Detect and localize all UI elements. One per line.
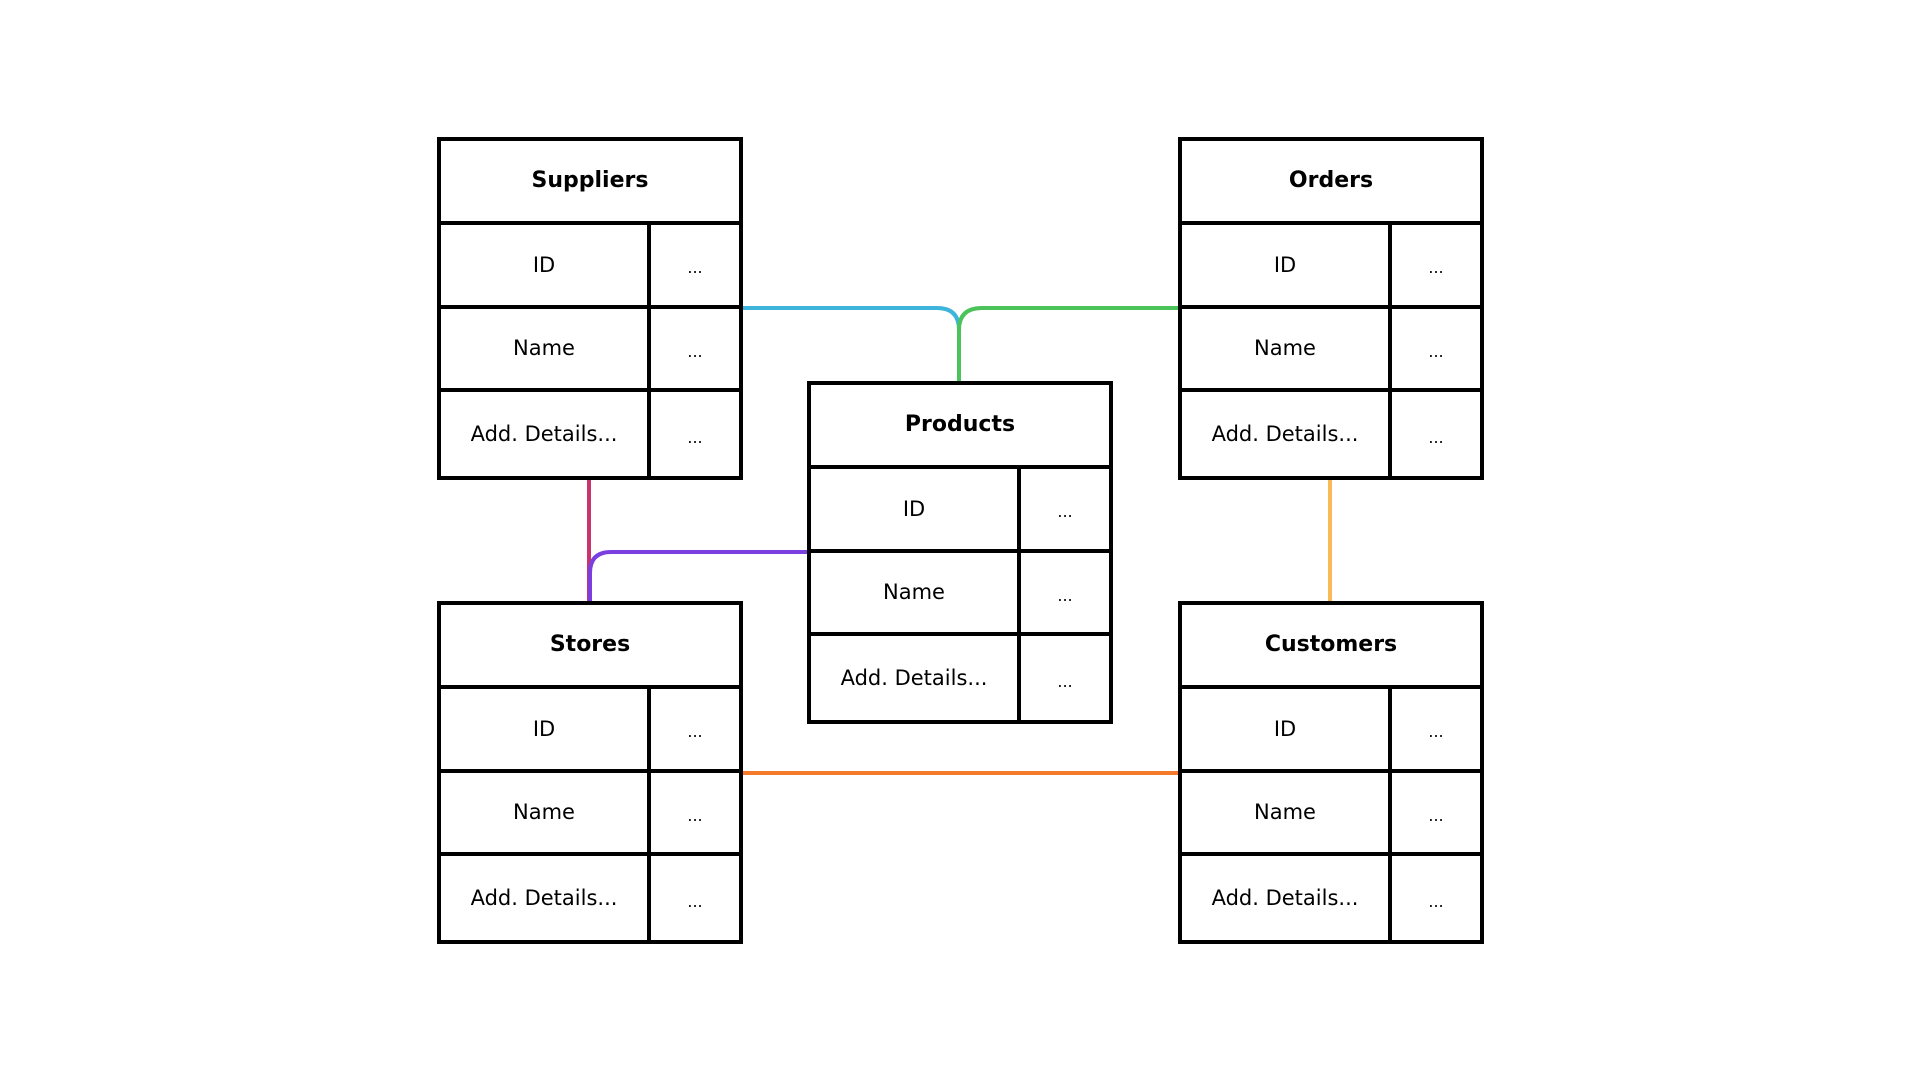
field-name-cell: Name [811,552,1021,637]
entity-suppliers[interactable]: Suppliers ID... Name... Add. Details...... [437,137,743,480]
entity-stores[interactable]: Stores ID... Name... Add. Details...... [437,601,743,944]
entity-title: Products [811,385,1109,469]
entity-title: Customers [1182,605,1480,689]
field-name-cell: ID [441,688,651,773]
field-value-cell: ... [1392,773,1480,857]
field-value-cell: ... [1021,553,1109,637]
entity-products[interactable]: Products ID... Name... Add. Details...... [807,381,1113,724]
field-value-cell: ... [651,309,739,393]
field-value-cell: ... [1057,671,1073,691]
link-suppliers-products [742,306,961,382]
field-value-cell: ... [1428,427,1444,447]
field-value-cell: ... [651,225,739,309]
field-name-cell: Add. Details... [811,636,1021,720]
field-name-cell: ID [1182,224,1392,309]
field-name-cell: Name [1182,308,1392,393]
field-name-cell: Name [1182,772,1392,857]
field-value-cell: ... [1392,309,1480,393]
field-name-cell: Add. Details... [1182,856,1392,940]
entity-title: Stores [441,605,739,689]
field-name-cell: ID [811,468,1021,553]
entity-title: Orders [1182,141,1480,225]
field-name-cell: ID [441,224,651,309]
field-name-cell: Add. Details... [441,856,651,940]
field-value-cell: ... [687,427,703,447]
field-name-cell: Name [441,772,651,857]
field-name-cell: Add. Details... [441,392,651,476]
entity-orders[interactable]: Orders ID... Name... Add. Details...... [1178,137,1484,480]
field-value-cell: ... [1021,469,1109,553]
field-name-cell: Name [441,308,651,393]
link-orders-products [957,306,1178,382]
link-products-stores [588,550,808,602]
entity-title: Suppliers [441,141,739,225]
entity-customers[interactable]: Customers ID... Name... Add. Details...... [1178,601,1484,944]
field-value-cell: ... [1428,891,1444,911]
field-value-cell: ... [687,891,703,911]
field-name-cell: Add. Details... [1182,392,1392,476]
field-name-cell: ID [1182,688,1392,773]
field-value-cell: ... [1392,689,1480,773]
field-value-cell: ... [1392,225,1480,309]
field-value-cell: ... [651,689,739,773]
field-value-cell: ... [651,773,739,857]
